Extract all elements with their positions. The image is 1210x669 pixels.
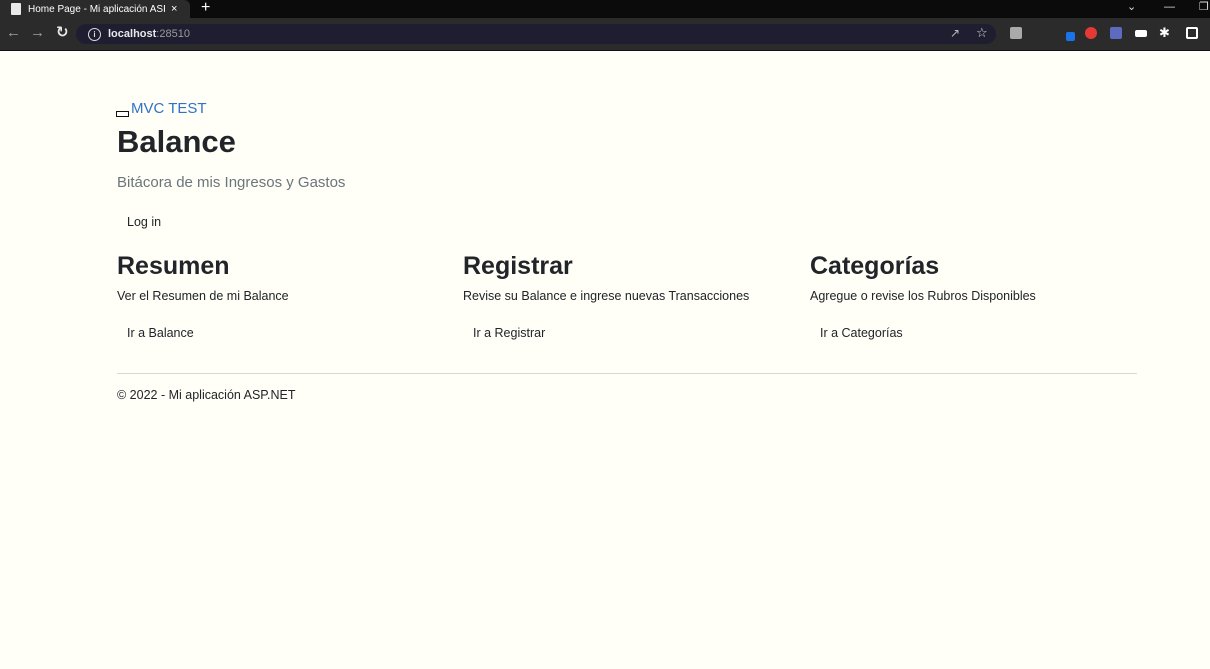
minimize-icon[interactable]: —	[1164, 0, 1175, 14]
go-categorias-button[interactable]: Ir a Categorías	[810, 323, 913, 343]
section-heading: Categorías	[810, 252, 940, 280]
footer-text: © 2022 - Mi aplicación ASP.NET	[117, 388, 296, 402]
extension-icon[interactable]	[1066, 32, 1075, 41]
page-icon	[11, 3, 21, 15]
extension-icon[interactable]	[1085, 27, 1097, 39]
tab-search-icon[interactable]: ⌄	[1127, 0, 1136, 14]
section-heading: Registrar	[463, 252, 573, 280]
broken-image-icon	[116, 111, 129, 117]
new-tab-button[interactable]: +	[201, 0, 210, 16]
side-panel-icon[interactable]	[1186, 27, 1198, 39]
share-icon[interactable]: ↗	[950, 26, 960, 40]
browser-tab[interactable]: Home Page - Mi aplicación ASP.N ×	[0, 0, 190, 18]
extension-icon[interactable]	[1010, 27, 1022, 39]
extension-icon[interactable]	[1110, 27, 1122, 39]
login-button[interactable]: Log in	[117, 212, 171, 232]
brand-link[interactable]: MVC TEST	[131, 100, 207, 117]
restore-icon[interactable]: ❐	[1199, 0, 1209, 14]
page-title: Balance	[117, 124, 236, 159]
site-info-icon[interactable]: i	[88, 27, 101, 41]
section-description: Revise su Balance e ingrese nuevas Trans…	[463, 289, 750, 303]
forward-icon[interactable]: →	[30, 25, 45, 41]
address-host: localhost	[108, 28, 157, 40]
section-heading: Resumen	[117, 252, 230, 280]
section-description: Agregue o revise los Rubros Disponibles	[810, 289, 1036, 303]
puzzle-icon[interactable]: ✱	[1159, 25, 1170, 41]
section-registrar: Registrar Revise su Balance e ingrese nu…	[463, 252, 750, 340]
go-registrar-button[interactable]: Ir a Registrar	[463, 323, 555, 343]
tab-title: Home Page - Mi aplicación ASP.N	[28, 3, 165, 15]
section-resumen: Resumen Ver el Resumen de mi Balance Ir …	[117, 252, 289, 340]
tab-close-icon[interactable]: ×	[171, 3, 177, 15]
page-subtitle: Bitácora de mis Ingresos y Gastos	[117, 174, 346, 191]
section-categorias: Categorías Agregue o revise los Rubros D…	[810, 252, 1036, 340]
bookmark-star-icon[interactable]: ☆	[976, 25, 988, 41]
address-port: :28510	[156, 28, 190, 40]
divider	[117, 373, 1137, 374]
reload-icon[interactable]: ↻	[56, 25, 69, 41]
section-description: Ver el Resumen de mi Balance	[117, 289, 289, 303]
back-icon[interactable]: ←	[6, 25, 21, 41]
address-bar[interactable]: i localhost :28510 ↗ ☆	[76, 24, 996, 44]
go-balance-button[interactable]: Ir a Balance	[117, 323, 204, 343]
tab-strip: Home Page - Mi aplicación ASP.N × + ⌄ — …	[0, 0, 1210, 18]
toolbar: ← → ↻ i localhost :28510 ↗ ☆ ✱	[0, 18, 1210, 51]
extension-icon[interactable]	[1135, 30, 1147, 37]
